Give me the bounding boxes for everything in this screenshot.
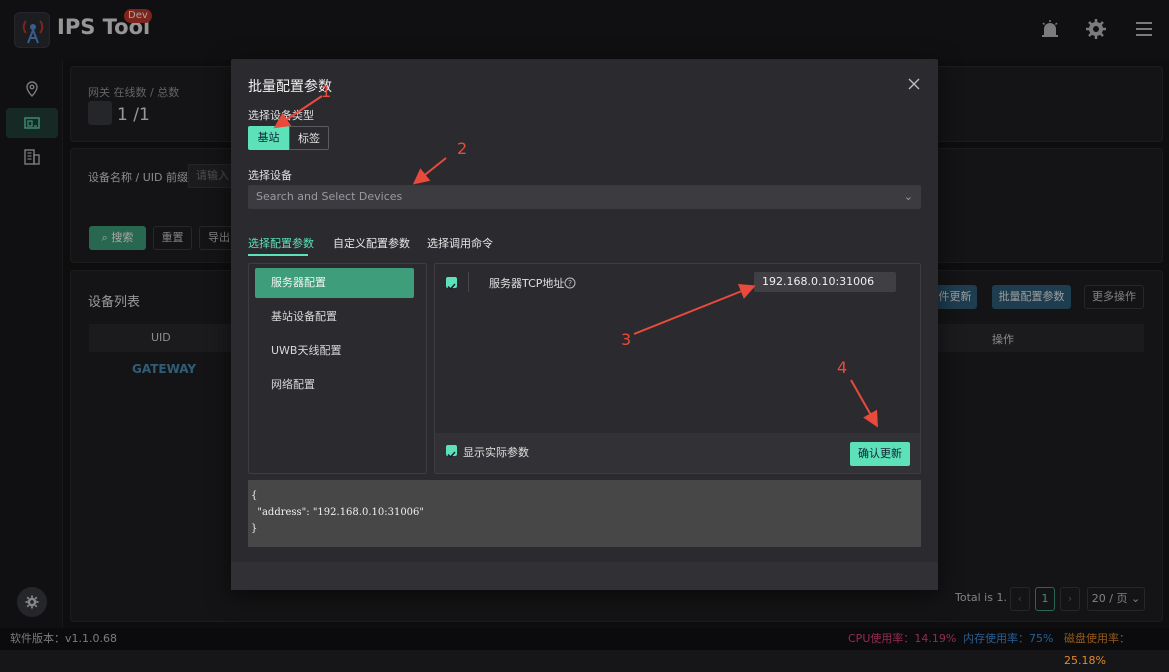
annotation-arrow-3 [633, 284, 756, 335]
annotation-arrows [273, 95, 878, 428]
annotation-label-4: 4 [837, 358, 848, 377]
annotation-arrow-4 [850, 379, 878, 428]
annotation-arrow-1 [273, 95, 323, 129]
annotation-arrow-2 [412, 157, 447, 185]
annotation-label-2: 2 [457, 139, 468, 158]
annotation-label-3: 3 [621, 330, 632, 349]
annotation-label-1: 1 [321, 82, 332, 101]
